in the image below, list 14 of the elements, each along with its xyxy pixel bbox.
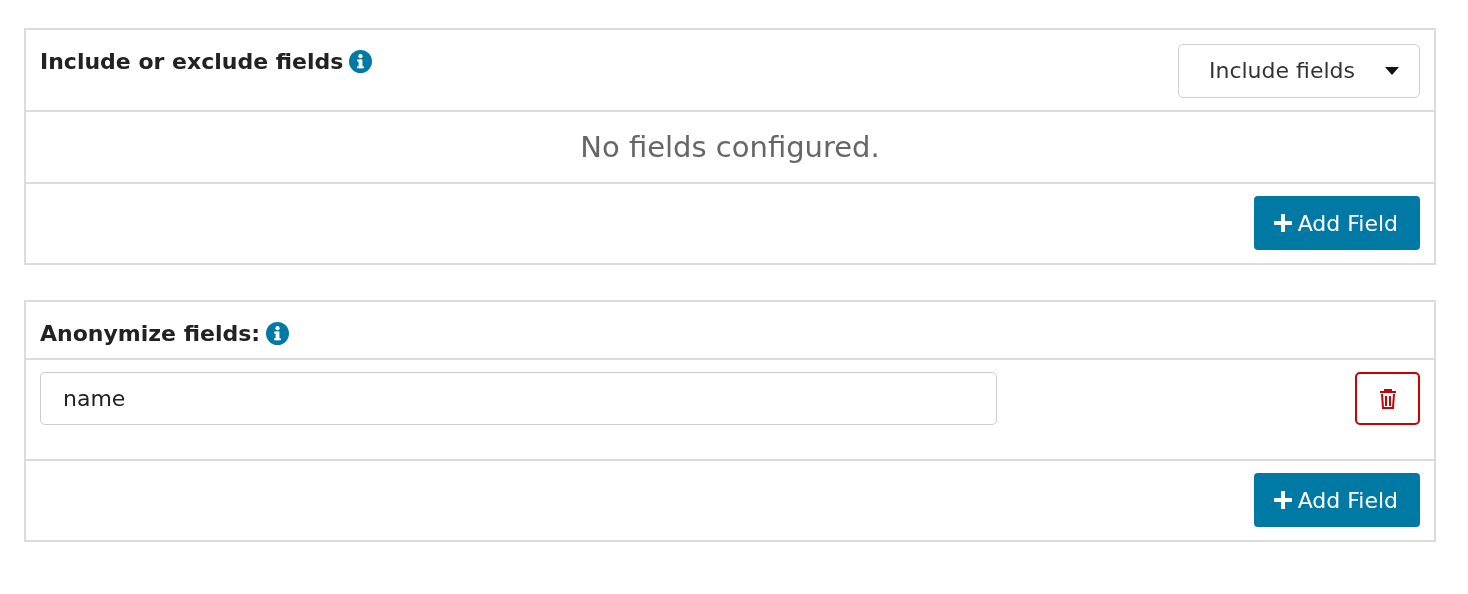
add-field-button[interactable]: Add Field bbox=[1253, 473, 1420, 527]
mode-dropdown[interactable]: Include fields bbox=[1178, 44, 1420, 98]
panel-title: Include or exclude fields bbox=[40, 49, 344, 74]
panel-title: Anonymize fields: bbox=[40, 321, 261, 346]
info-icon[interactable] bbox=[266, 322, 290, 345]
field-input[interactable]: name bbox=[40, 372, 997, 425]
add-field-button[interactable]: Add Field bbox=[1253, 196, 1420, 250]
info-icon[interactable] bbox=[349, 50, 373, 73]
empty-message: No fields configured. bbox=[580, 130, 880, 164]
plus-icon bbox=[1273, 491, 1292, 509]
plus-icon bbox=[1273, 214, 1292, 232]
trash-icon bbox=[1378, 388, 1397, 409]
caret-icon bbox=[1385, 66, 1399, 75]
delete-button[interactable] bbox=[1355, 372, 1420, 425]
